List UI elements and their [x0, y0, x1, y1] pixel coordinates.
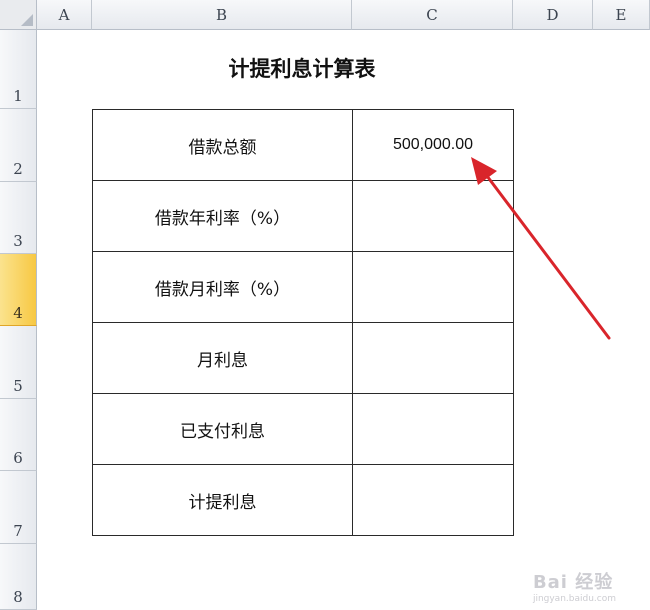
corner-triangle-icon	[21, 14, 33, 26]
row-header-2[interactable]: 2	[0, 109, 37, 182]
table-row: 月利息	[92, 322, 514, 394]
row-header-3[interactable]: 3	[0, 182, 37, 254]
cell-b7[interactable]: 计提利息	[92, 464, 353, 536]
row-number: 7	[13, 522, 23, 540]
cell-value: 500,000.00	[392, 136, 474, 153]
column-header-d[interactable]: D	[513, 0, 593, 30]
watermark-logo: Bai 经验 jingyan.baidu.com	[533, 568, 616, 604]
row-header-7[interactable]: 7	[0, 471, 37, 544]
row-number: 4	[13, 304, 23, 322]
row-header-1[interactable]: 1	[0, 30, 37, 109]
watermark-text: Bai 经验	[532, 572, 614, 593]
table-row: 借款月利率（%）	[92, 251, 514, 323]
select-all-corner[interactable]	[0, 0, 37, 30]
cell-b3[interactable]: 借款年利率（%）	[92, 180, 353, 252]
cell-b4[interactable]: 借款月利率（%）	[92, 251, 353, 323]
column-header-a[interactable]: A	[37, 0, 92, 30]
interest-table: 借款总额 500,000.00 借款年利率（%） 借款月利率（%） 月利息 已支…	[92, 109, 514, 536]
column-header-e[interactable]: E	[593, 0, 650, 30]
row-number: 5	[13, 377, 23, 395]
row-header-6[interactable]: 6	[0, 399, 37, 471]
cell-c3[interactable]	[352, 180, 514, 252]
column-header-b[interactable]: B	[92, 0, 352, 30]
row-number: 2	[13, 160, 23, 178]
cell-c5[interactable]	[352, 322, 514, 394]
cell-c4[interactable]	[352, 251, 514, 323]
row-number: 1	[13, 87, 23, 105]
sheet-title[interactable]: 计提利息计算表	[92, 52, 512, 86]
column-header-c[interactable]: C	[352, 0, 513, 30]
cell-c6[interactable]	[352, 393, 514, 465]
table-row: 已支付利息	[92, 393, 514, 465]
row-number: 3	[13, 232, 23, 250]
table-row: 借款总额 500,000.00	[92, 109, 514, 181]
row-number: 6	[13, 449, 23, 467]
row-header-4[interactable]: 4	[0, 254, 37, 326]
table-row: 计提利息	[92, 464, 514, 536]
cell-c7[interactable]	[352, 464, 514, 536]
row-header-8[interactable]: 8	[0, 544, 37, 610]
row-number: 8	[13, 588, 23, 606]
row-header-5[interactable]: 5	[0, 326, 37, 399]
cell-b2[interactable]: 借款总额	[92, 109, 353, 181]
cell-c2[interactable]: 500,000.00	[352, 109, 514, 181]
table-row: 借款年利率（%）	[92, 180, 514, 252]
cell-b5[interactable]: 月利息	[92, 322, 353, 394]
watermark-subtext: jingyan.baidu.com	[532, 594, 616, 604]
cell-b6[interactable]: 已支付利息	[92, 393, 353, 465]
